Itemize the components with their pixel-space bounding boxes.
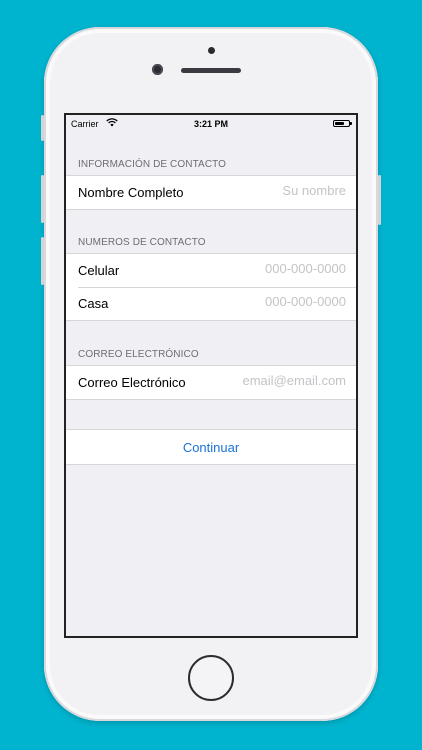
section-header-contact: INFORMACIÓN DE CONTACTO: [78, 159, 227, 170]
mute-switch: [41, 115, 44, 141]
earpiece-speaker: [181, 68, 241, 73]
section-header-email: CORREO ELECTRÓNICO: [78, 349, 199, 360]
contact-group: Nombre Completo: [66, 175, 356, 210]
section-header-phones: NUMEROS DE CONTACTO: [78, 237, 206, 248]
email-group: Correo Electrónico: [66, 365, 356, 400]
power-button: [378, 175, 381, 225]
status-bar: Carrier 3:21 PM: [66, 115, 356, 135]
volume-up-button: [41, 175, 44, 223]
home-button[interactable]: [188, 655, 234, 701]
continue-group: Continuar: [66, 429, 356, 465]
status-time: 3:21 PM: [193, 119, 228, 129]
form-row-mobile: Celular: [66, 254, 356, 287]
home-phone-input[interactable]: [196, 294, 346, 309]
home-phone-label: Casa: [78, 296, 109, 311]
phone-screen: Carrier 3:21 PM INFORMACIÓN DE CONTACTO …: [64, 113, 358, 638]
continue-button[interactable]: Continuar: [66, 430, 356, 464]
email-input[interactable]: [196, 373, 346, 388]
full-name-label: Nombre Completo: [78, 185, 184, 200]
mobile-label: Celular: [78, 263, 120, 278]
form-row-email: Correo Electrónico: [66, 366, 356, 399]
form-row-home-phone: Casa: [66, 287, 356, 320]
proximity-sensor: [208, 47, 215, 54]
battery-icon: [333, 120, 352, 127]
form-row-full-name: Nombre Completo: [66, 176, 356, 209]
mobile-input[interactable]: [196, 261, 346, 276]
phones-group: Celular Casa: [66, 253, 356, 321]
full-name-input[interactable]: [196, 183, 346, 198]
email-label: Correo Electrónico: [78, 375, 186, 390]
volume-down-button: [41, 237, 44, 285]
front-camera-icon: [152, 64, 163, 75]
